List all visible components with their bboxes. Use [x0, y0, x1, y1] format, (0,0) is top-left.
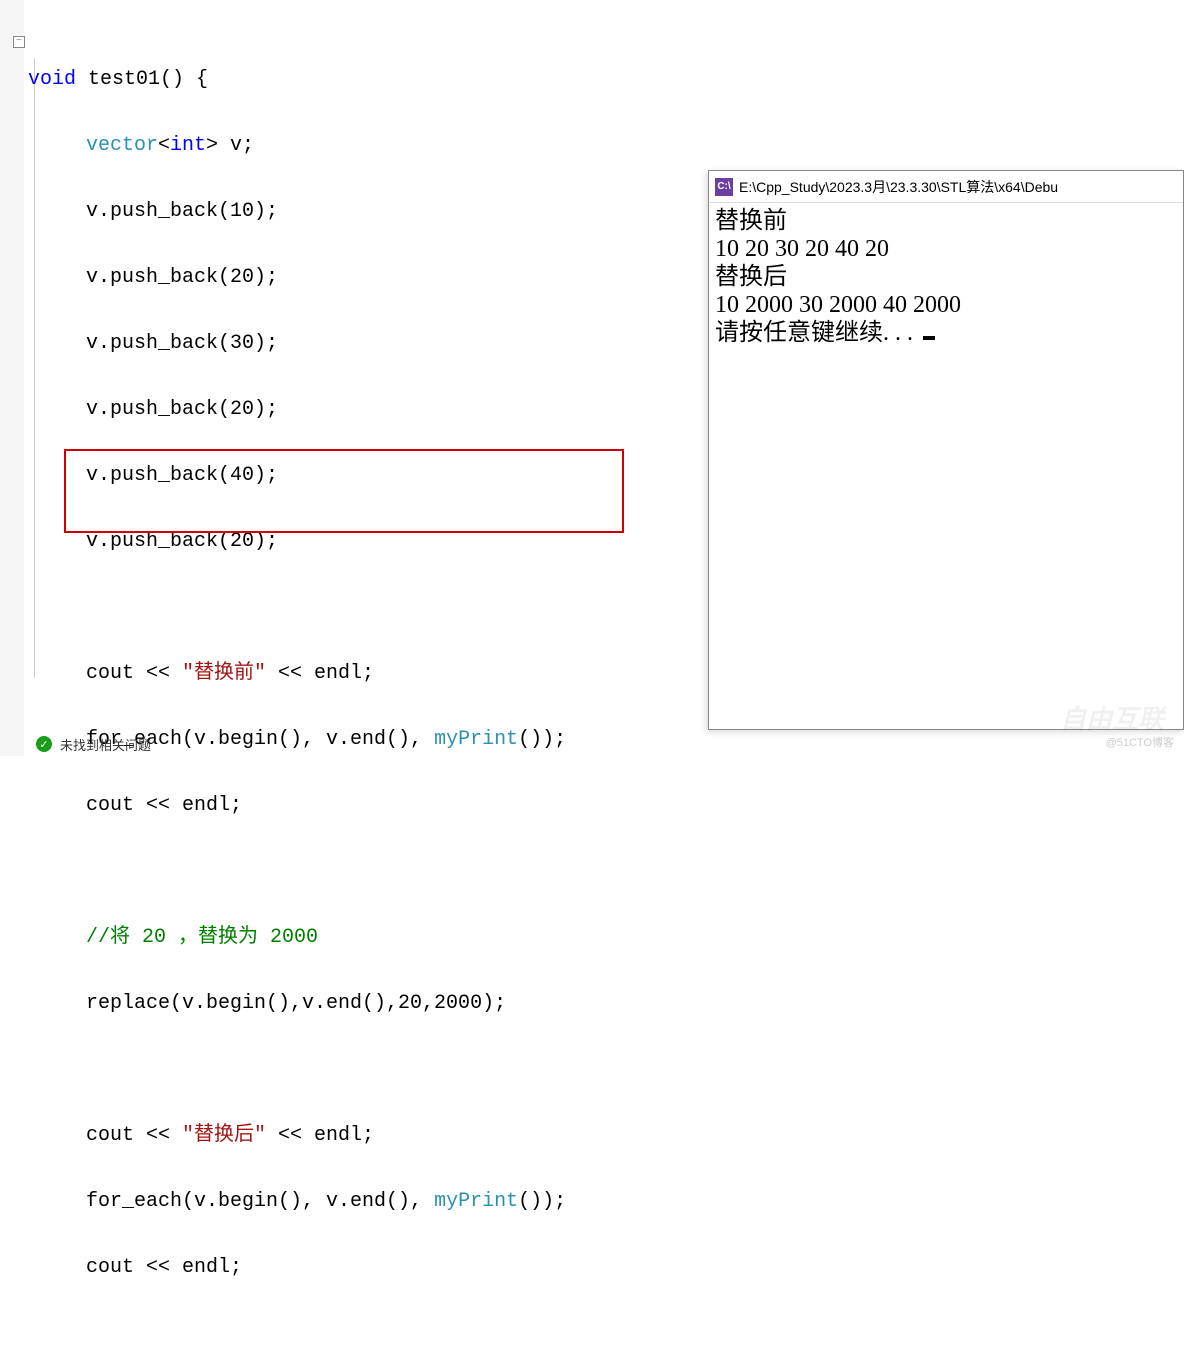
- cout-suffix: << endl;: [266, 1124, 374, 1147]
- watermark-text: @51CTO博客: [1106, 734, 1174, 750]
- cursor-icon: [923, 336, 935, 340]
- code-line: cout << endl;: [28, 789, 566, 822]
- code-line: for_each(v.begin(), v.end(), myPrint());: [28, 1185, 566, 1218]
- cout-prefix: cout <<: [86, 1124, 182, 1147]
- keyword-int: int: [170, 134, 206, 157]
- replace-call-line: replace(v.begin(),v.end(),20,2000);: [28, 987, 566, 1020]
- console-title-text: E:\Cpp_Study\2023.3月\23.3.30\STL算法\x64\D…: [739, 177, 1058, 197]
- console-line: 10 2000 30 2000 40 2000: [715, 292, 961, 318]
- console-line: 10 20 30 20 40 20: [715, 236, 889, 262]
- console-output: 替换前 10 20 30 20 40 20 替换后 10 2000 30 200…: [709, 203, 1183, 351]
- code-line: v.push_back(20);: [28, 525, 566, 558]
- console-line: 请按任意键继续. . .: [715, 320, 919, 346]
- code-line: vector<int> v;: [28, 129, 566, 162]
- foreach-suffix: ());: [518, 1190, 566, 1213]
- console-titlebar[interactable]: C:\ E:\Cpp_Study\2023.3月\23.3.30\STL算法\x…: [709, 171, 1183, 203]
- angle-open: <: [158, 134, 170, 157]
- console-line: 替换后: [715, 264, 787, 290]
- console-line: 替换前: [715, 208, 787, 234]
- code-line: void test01() {: [28, 63, 566, 96]
- functor-name: myPrint: [434, 1190, 518, 1213]
- cout-suffix: << endl;: [266, 662, 374, 685]
- code-line: v.push_back(30);: [28, 327, 566, 360]
- code-line: cout << "替换后" << endl;: [28, 1119, 566, 1152]
- foreach-prefix: for_each(v.begin(), v.end(),: [86, 1190, 434, 1213]
- status-bar: ✓ 未找到相关问题: [0, 732, 1184, 756]
- keyword-void: void: [28, 68, 76, 91]
- blank-line: [28, 1053, 566, 1086]
- status-text: 未找到相关问题: [60, 735, 151, 754]
- code-line: v.push_back(10);: [28, 195, 566, 228]
- comment-line: //将 20 ，替换为 2000: [28, 921, 566, 954]
- code-line: cout << endl;: [28, 1251, 566, 1284]
- status-ok-icon: ✓: [36, 736, 52, 752]
- code-line: v.push_back(20);: [28, 393, 566, 426]
- editor-gutter: [0, 0, 24, 756]
- code-line: cout << "替换前" << endl;: [28, 657, 566, 690]
- blank-line: [28, 855, 566, 888]
- decl-rest: > v;: [206, 134, 254, 157]
- code-area[interactable]: void test01() { vector<int> v; v.push_ba…: [28, 30, 566, 1350]
- code-line: v.push_back(20);: [28, 261, 566, 294]
- type-vector: vector: [86, 134, 158, 157]
- cout-prefix: cout <<: [86, 662, 182, 685]
- fold-toggle[interactable]: −: [13, 36, 25, 48]
- console-window[interactable]: C:\ E:\Cpp_Study\2023.3月\23.3.30\STL算法\x…: [708, 170, 1184, 730]
- string-literal: "替换后": [182, 1124, 266, 1147]
- fn-signature: test01() {: [76, 68, 208, 91]
- code-line: v.push_back(40);: [28, 459, 566, 492]
- string-literal: "替换前": [182, 662, 266, 685]
- console-app-icon: C:\: [715, 178, 733, 196]
- blank-line: [28, 591, 566, 624]
